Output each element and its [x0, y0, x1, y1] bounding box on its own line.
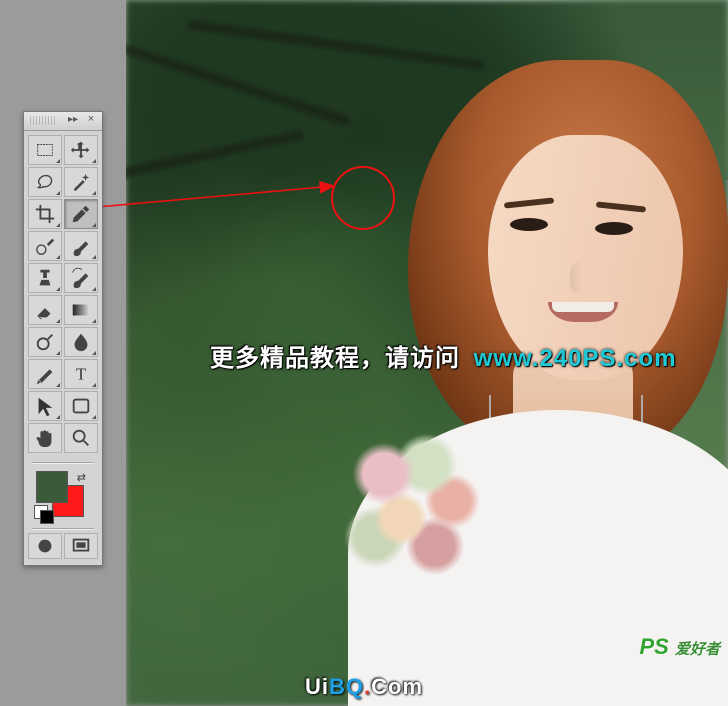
flyout-indicator-icon — [56, 351, 60, 355]
history-brush-icon — [70, 267, 92, 289]
flyout-indicator-icon — [56, 383, 60, 387]
photo-flowers — [333, 420, 503, 600]
tool-hand[interactable] — [28, 423, 62, 453]
screen-mode-icon — [70, 535, 92, 557]
move-icon — [70, 139, 92, 161]
panel-grip-icon — [30, 116, 56, 125]
workspace: 更多精品教程，请访问 www.240PS.com PS 爱好者 UiBQ.Com… — [0, 0, 728, 706]
tool-zoom[interactable] — [64, 423, 98, 453]
tool-healing-brush[interactable] — [28, 231, 62, 261]
photo-eye — [510, 218, 548, 231]
mode-screen-mode[interactable] — [64, 533, 98, 559]
flyout-indicator-icon — [56, 415, 60, 419]
tool-history-brush[interactable] — [64, 263, 98, 293]
tool-crop[interactable] — [28, 199, 62, 229]
hand-icon — [34, 427, 56, 449]
type-icon: T — [70, 363, 92, 385]
collapse-button[interactable]: ▸▸ — [68, 114, 78, 125]
tool-eraser[interactable] — [28, 295, 62, 325]
lasso-icon — [34, 171, 56, 193]
rectangular-marquee-icon — [34, 139, 56, 161]
photo-teeth — [552, 302, 614, 312]
flyout-indicator-icon — [92, 223, 96, 227]
blur-icon — [70, 331, 92, 353]
mode-row — [24, 533, 102, 565]
tutorial-caption: 更多精品教程，请访问 www.240PS.com — [210, 338, 677, 373]
ps-watermark-main: PS — [640, 634, 669, 659]
separator — [24, 457, 102, 467]
standard-mode-icon — [34, 535, 56, 557]
color-swatches[interactable]: ⇄ — [24, 467, 102, 523]
tools-panel[interactable]: ▸▸ × T ⇄ — [23, 111, 103, 566]
tool-brush[interactable] — [64, 231, 98, 261]
eyedropper-icon — [70, 203, 92, 225]
flyout-indicator-icon — [56, 255, 60, 259]
tool-gradient[interactable] — [64, 295, 98, 325]
flyout-indicator-icon — [92, 255, 96, 259]
close-button[interactable]: × — [85, 114, 97, 126]
mode-standard-mode[interactable] — [28, 533, 62, 559]
path-selection-icon — [34, 395, 56, 417]
flyout-indicator-icon — [56, 223, 60, 227]
tools-panel-header[interactable]: ▸▸ × — [24, 112, 102, 131]
photo-eye — [595, 222, 633, 235]
flyout-indicator-icon — [92, 415, 96, 419]
tool-dodge[interactable] — [28, 327, 62, 357]
shape-icon — [70, 395, 92, 417]
svg-text:T: T — [76, 365, 86, 384]
tool-rectangular-marquee[interactable] — [28, 135, 62, 165]
separator — [24, 523, 102, 533]
healing-brush-icon — [34, 235, 56, 257]
tool-shape[interactable] — [64, 391, 98, 421]
site-watermark: UiBQ.Com — [305, 674, 423, 700]
photo-nose — [570, 262, 590, 294]
flyout-indicator-icon — [92, 351, 96, 355]
default-colors-icon[interactable] — [40, 510, 54, 524]
flyout-indicator-icon — [92, 319, 96, 323]
flyout-indicator-icon — [92, 287, 96, 291]
caption-url: www.240PS.com — [474, 345, 677, 372]
flyout-indicator-icon — [92, 191, 96, 195]
gradient-icon — [70, 299, 92, 321]
tool-magic-wand[interactable] — [64, 167, 98, 197]
ps-watermark: PS 爱好者 — [640, 634, 721, 660]
tool-grid: T — [24, 131, 102, 457]
zoom-icon — [70, 427, 92, 449]
flyout-indicator-icon — [56, 319, 60, 323]
ps-watermark-sub: 爱好者 — [675, 641, 720, 658]
pen-icon — [34, 363, 56, 385]
tool-path-selection[interactable] — [28, 391, 62, 421]
brush-icon — [70, 235, 92, 257]
flyout-indicator-icon — [92, 159, 96, 163]
tool-lasso[interactable] — [28, 167, 62, 197]
dodge-icon — [34, 331, 56, 353]
eraser-icon — [34, 299, 56, 321]
flyout-indicator-icon — [56, 159, 60, 163]
flyout-indicator-icon — [56, 191, 60, 195]
swap-colors-icon[interactable]: ⇄ — [77, 471, 86, 484]
foreground-color-swatch[interactable] — [36, 471, 68, 503]
tool-blur[interactable] — [64, 327, 98, 357]
clone-stamp-icon — [34, 267, 56, 289]
flyout-indicator-icon — [92, 383, 96, 387]
tool-type[interactable]: T — [64, 359, 98, 389]
tool-pen[interactable] — [28, 359, 62, 389]
caption-text: 更多精品教程，请访问 — [210, 345, 460, 372]
crop-icon — [34, 203, 56, 225]
tool-move[interactable] — [64, 135, 98, 165]
sample-point-annotation — [331, 166, 395, 230]
flyout-indicator-icon — [56, 287, 60, 291]
tool-eyedropper[interactable] — [64, 199, 98, 229]
magic-wand-icon — [70, 171, 92, 193]
tool-clone-stamp[interactable] — [28, 263, 62, 293]
